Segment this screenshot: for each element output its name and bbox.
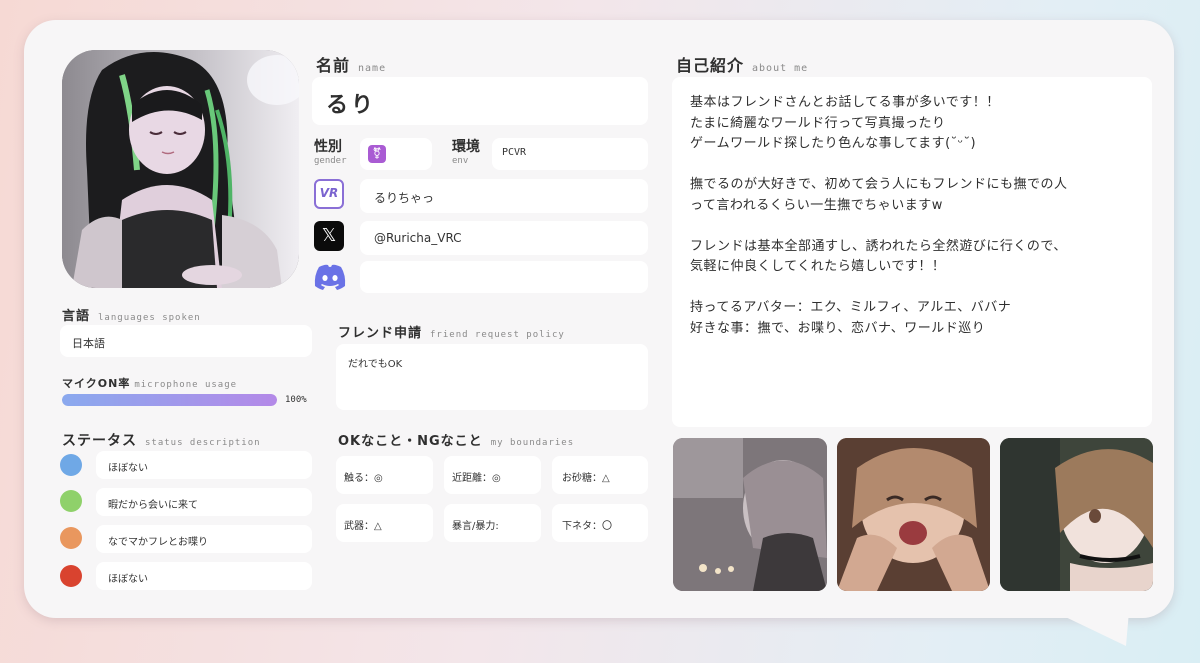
about-line: って言われるくらい一生撫でちゃいますw	[690, 197, 943, 213]
avatar-illustration	[62, 50, 299, 288]
name-field: るり	[312, 77, 648, 125]
env-label: 環境	[452, 139, 480, 155]
about-line: ゲームワールド探したり色んな事してます(˘ᵕ˘)	[690, 136, 977, 151]
about-line: 撫でるのが大好きで、初めて会う人にもフレンドにも撫での人	[690, 177, 1068, 192]
friend-request-header: フレンド申請 friend request policy	[338, 326, 565, 341]
status-dot-orange	[60, 527, 82, 549]
languages-header: 言語 languages spoken	[62, 309, 201, 324]
env-field: PCVR	[492, 138, 648, 170]
about-line: 気軽に仲良くしてくれたら嬉しいです！！	[690, 259, 946, 274]
about-header: 自己紹介 about me	[676, 56, 809, 75]
about-line: フレンドは基本全部通すし、誘われたら全然遊びに行くので、	[690, 238, 1067, 254]
discord-icon	[314, 264, 346, 290]
vrchat-icon: VR	[314, 179, 344, 209]
status-item: ほぼない	[96, 451, 312, 479]
status-item: なでマかフレとお喋り	[96, 525, 312, 553]
about-text: 基本はフレンドさんとお話してる事が多いです！！ たまに綺麗なワールド行って写真撮っ…	[690, 93, 1067, 339]
gallery-photo-3	[1000, 438, 1153, 591]
vrchat-value: るりちゃっ	[374, 191, 435, 205]
env-sub-label: env	[452, 156, 469, 166]
boundary-item: 触る：◎	[336, 456, 433, 494]
boundary-item: 下ネタ：〇	[552, 504, 648, 542]
about-line	[690, 155, 1067, 176]
boundary-item: 武器：△	[336, 504, 433, 542]
gender-badge: ⚧	[368, 145, 386, 163]
boundary-item: お砂糖：△	[552, 456, 648, 494]
status-dot-blue	[60, 454, 82, 476]
about-line	[690, 278, 1067, 299]
boundary-item: 近距離：◎	[444, 456, 541, 494]
about-line: 好きな事：撫で、お喋り、恋バナ、ワールド巡り	[690, 320, 986, 336]
vrchat-field: るりちゃっ	[360, 179, 648, 213]
x-icon: 𝕏	[314, 221, 344, 251]
about-line: 基本はフレンドさんとお話してる事が多いです！！	[690, 95, 1000, 110]
status-dot-green	[60, 490, 82, 512]
name-header: 名前 name	[316, 52, 386, 76]
x-field: @Ruricha_VRC	[360, 221, 648, 255]
about-line: たまに綺麗なワールド行って写真撮ったり	[690, 115, 946, 131]
gallery-photo-1	[673, 438, 827, 591]
speech-bubble-tail	[1030, 600, 1130, 646]
status-item: 暇だから会いに来て	[96, 488, 312, 516]
languages-value: 日本語	[72, 337, 105, 350]
friend-request-field: だれでもOK	[336, 344, 648, 410]
x-value: @Ruricha_VRC	[374, 231, 462, 245]
mic-progress-bar	[62, 394, 277, 406]
status-header: ステータス status description	[62, 433, 261, 449]
gender-field: ⚧	[360, 138, 432, 170]
boundary-item: 暴言/暴力:	[444, 504, 541, 542]
status-dot-red	[60, 565, 82, 587]
avatar-photo	[62, 50, 299, 288]
name-value: るり	[326, 93, 377, 118]
languages-field: 日本語	[60, 325, 312, 357]
about-line: 持ってるアバター：エク、ミルフィ、アルエ、ババナ	[690, 300, 1012, 315]
mic-header: マイクON率 microphone usage	[62, 377, 238, 390]
status-item: ほぼない	[96, 562, 312, 590]
boundaries-header: OKなこと・NGなこと my boundaries	[338, 434, 575, 449]
mic-percent: 100%	[285, 395, 307, 405]
env-value: PCVR	[502, 147, 527, 158]
about-line	[690, 216, 1067, 237]
mic-progress-fill	[62, 394, 277, 406]
about-field: 基本はフレンドさんとお話してる事が多いです！！ たまに綺麗なワールド行って写真撮っ…	[672, 77, 1152, 427]
discord-field	[360, 261, 648, 293]
gender-icon: ⚧	[372, 147, 382, 160]
name-label: 名前	[316, 56, 351, 75]
friend-request-value: だれでもOK	[348, 359, 403, 370]
gender-label: 性別	[314, 139, 342, 155]
gender-sub-label: gender	[314, 156, 347, 166]
name-sub-label: name	[358, 63, 387, 74]
gallery-photo-2	[837, 438, 990, 591]
